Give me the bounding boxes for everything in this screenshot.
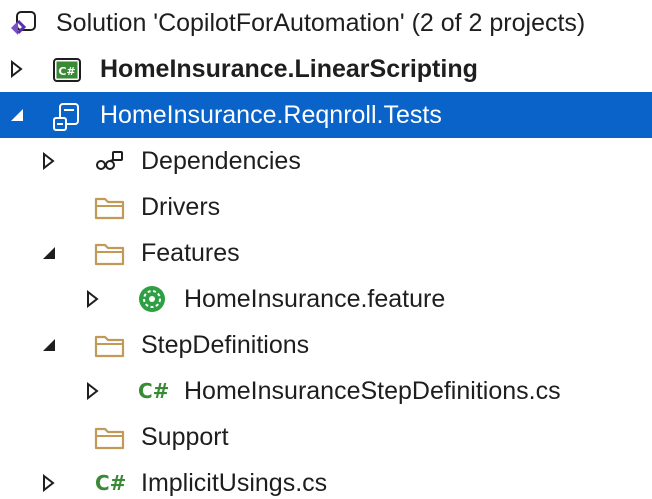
tree-item-stepdefinitions[interactable]: StepDefinitions [0,322,652,368]
folder-icon [94,240,125,268]
tree-item-label: HomeInsuranceStepDefinitions.cs [184,377,561,405]
tree-item-label: HomeInsurance.feature [184,285,446,313]
tree-item-stepdefinitions-cs[interactable]: C# HomeInsuranceStepDefinitions.cs [0,368,652,414]
tree-item-features[interactable]: Features [0,230,652,276]
tree-item-support[interactable]: Support [0,414,652,460]
tree-item-label: ImplicitUsings.cs [141,469,328,497]
collapse-arrow-icon[interactable] [8,106,26,124]
project-label-reqnroll-tests: HomeInsurance.Reqnroll.Tests [100,101,442,129]
project-node-reqnroll-tests[interactable]: HomeInsurance.Reqnroll.Tests [0,92,652,138]
expand-arrow-icon[interactable] [40,152,58,170]
folder-icon [94,194,125,222]
solution-node[interactable]: Solution 'CopilotForAutomation' (2 of 2 … [0,0,652,46]
collapse-arrow-icon[interactable] [40,244,58,262]
expand-arrow-icon[interactable] [8,60,26,78]
csharp-project-icon: C# [52,56,81,84]
tree-item-label: Dependencies [141,147,301,175]
expand-arrow-icon[interactable] [84,382,102,400]
solution-explorer-tree: Solution 'CopilotForAutomation' (2 of 2 … [0,0,652,499]
project-label-linearscripting: HomeInsurance.LinearScripting [100,55,478,83]
csharp-file-icon: C# [138,379,170,403]
solution-label: Solution 'CopilotForAutomation' (2 of 2 … [56,9,586,37]
folder-icon [94,424,125,452]
tree-item-label: Support [141,423,229,451]
folder-icon [94,332,125,360]
tree-item-label: StepDefinitions [141,331,310,359]
tree-item-implicitusings-cs[interactable]: C# ImplicitUsings.cs [0,460,652,499]
expand-arrow-icon[interactable] [40,474,58,492]
tree-item-dependencies[interactable]: Dependencies [0,138,652,184]
expand-arrow-icon[interactable] [84,290,102,308]
tree-item-drivers[interactable]: Drivers [0,184,652,230]
solution-icon [8,9,36,37]
tree-item-label: Features [141,239,240,267]
project-node-linearscripting[interactable]: C# HomeInsurance.LinearScripting [0,46,652,92]
test-project-icon [52,102,80,131]
csharp-project-icon-text: C# [58,65,75,78]
csharp-file-icon: C# [95,471,127,495]
tree-item-homeinsurance-feature[interactable]: HomeInsurance.feature [0,276,652,322]
tree-item-label: Drivers [141,193,221,221]
collapse-arrow-icon[interactable] [40,336,58,354]
reqnroll-feature-icon [137,284,165,312]
dependencies-icon [94,148,123,176]
